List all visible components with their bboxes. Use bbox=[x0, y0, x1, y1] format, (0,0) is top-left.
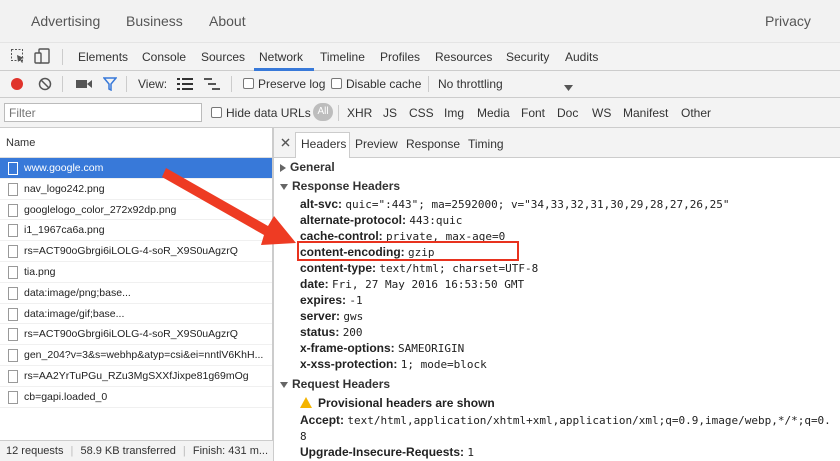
filter-manifest[interactable]: Manifest bbox=[623, 106, 668, 120]
inspect-element-icon[interactable] bbox=[10, 48, 26, 67]
list-item[interactable]: cb=gapi.loaded_0 bbox=[0, 387, 272, 408]
disable-cache-label: Disable cache bbox=[346, 77, 422, 91]
list-item[interactable]: rs=AA2YrTuPGu_RZu3MgSXXfJixpe81g69mOg bbox=[0, 366, 272, 387]
filter-js[interactable]: JS bbox=[383, 106, 397, 120]
preserve-log-label: Preserve log bbox=[258, 77, 326, 91]
response-header-row: status: 200 bbox=[300, 325, 363, 339]
hide-data-urls-checkbox[interactable] bbox=[211, 107, 222, 118]
response-header-row: alternate-protocol: 443:quic bbox=[300, 213, 463, 227]
annotation-arrow-icon bbox=[162, 168, 296, 245]
filter-other[interactable]: Other bbox=[681, 106, 711, 120]
video-camera-icon[interactable] bbox=[76, 78, 92, 93]
chevron-down-icon bbox=[280, 381, 288, 388]
script-file-icon bbox=[8, 390, 18, 404]
request-count: 12 requests bbox=[6, 445, 64, 457]
request-header-row: Upgrade-Insecure-Requests: 1 bbox=[300, 445, 475, 459]
image-file-icon bbox=[8, 203, 18, 217]
tab-timing[interactable]: Timing bbox=[468, 137, 504, 151]
preserve-log-checkbox[interactable] bbox=[243, 78, 254, 89]
request-header-row: Accept: text/html,application/xhtml+xml,… bbox=[300, 413, 831, 427]
content-encoding-highlight bbox=[297, 241, 519, 261]
transferred-size: 58.9 KB transferred bbox=[80, 445, 176, 457]
response-header-row: content-type: text/html; charset=UTF-8 bbox=[300, 261, 539, 275]
warning-icon bbox=[300, 397, 312, 408]
advertising-link[interactable]: Advertising bbox=[31, 13, 100, 29]
large-rows-icon[interactable] bbox=[177, 78, 193, 93]
script-file-icon bbox=[8, 245, 18, 259]
tab-console[interactable]: Console bbox=[142, 50, 186, 64]
name-column-header[interactable]: Name bbox=[0, 128, 272, 158]
filter-img[interactable]: Img bbox=[444, 106, 464, 120]
tab-security[interactable]: Security bbox=[506, 50, 549, 64]
filter-icon[interactable] bbox=[102, 77, 118, 94]
view-label: View: bbox=[138, 77, 168, 91]
response-header-row: alt-svc: quic=":443"; ma=2592000; v="34,… bbox=[300, 197, 730, 211]
image-file-icon bbox=[8, 349, 18, 363]
image-file-icon bbox=[8, 265, 18, 279]
image-file-icon bbox=[8, 307, 18, 321]
filter-all-button[interactable]: All bbox=[313, 103, 333, 121]
devtools-tabbar: Elements Console Sources Network Timelin… bbox=[0, 43, 840, 71]
about-link[interactable]: About bbox=[209, 13, 246, 29]
response-header-row: expires: -1 bbox=[300, 293, 363, 307]
network-toolbar: View: Preserve log Disable cache No thro… bbox=[0, 71, 840, 98]
tab-resources[interactable]: Resources bbox=[435, 50, 492, 64]
clear-icon[interactable] bbox=[38, 77, 52, 94]
network-status-bar: 12 requests | 58.9 KB transferred | Fini… bbox=[0, 440, 273, 461]
document-icon bbox=[8, 162, 18, 175]
response-header-row: x-frame-options: SAMEORIGIN bbox=[300, 341, 465, 355]
record-icon[interactable] bbox=[10, 77, 24, 94]
filter-font[interactable]: Font bbox=[521, 106, 545, 120]
provisional-warning: Provisional headers are shown bbox=[300, 396, 495, 410]
script-file-icon bbox=[8, 369, 18, 383]
list-item[interactable]: data:image/gif;base... bbox=[0, 304, 272, 325]
google-footer-bar: Advertising Business About Privacy bbox=[0, 0, 840, 43]
device-mode-icon[interactable] bbox=[34, 48, 52, 67]
hide-data-urls-label: Hide data URLs bbox=[226, 106, 311, 120]
script-file-icon bbox=[8, 328, 18, 342]
overview-icon[interactable] bbox=[204, 78, 220, 93]
tab-sources[interactable]: Sources bbox=[201, 50, 245, 64]
request-detail-pane: Headers Preview Response Timing General … bbox=[274, 128, 840, 461]
tab-response[interactable]: Response bbox=[406, 137, 460, 151]
response-header-row: server: gws bbox=[300, 309, 364, 323]
response-header-row: x-xss-protection: 1; mode=block bbox=[300, 357, 487, 371]
tab-profiles[interactable]: Profiles bbox=[380, 50, 420, 64]
tab-audits[interactable]: Audits bbox=[565, 50, 598, 64]
close-icon[interactable] bbox=[281, 136, 290, 150]
list-item[interactable]: tia.png bbox=[0, 262, 272, 283]
list-item[interactable]: rs=ACT90oGbrgi6iLOLG-4-soR_X9S0uAgzrQ bbox=[0, 324, 272, 346]
filter-css[interactable]: CSS bbox=[409, 106, 434, 120]
detail-tabbar: Headers Preview Response Timing bbox=[274, 128, 840, 158]
filter-media[interactable]: Media bbox=[477, 106, 510, 120]
list-item[interactable]: data:image/png;base... bbox=[0, 283, 272, 304]
filter-xhr[interactable]: XHR bbox=[347, 106, 372, 120]
tab-headers[interactable]: Headers bbox=[301, 137, 346, 151]
disable-cache-checkbox[interactable] bbox=[331, 78, 342, 89]
response-header-row: date: Fri, 27 May 2016 16:53:50 GMT bbox=[300, 277, 525, 291]
privacy-link[interactable]: Privacy bbox=[765, 13, 811, 29]
tab-elements[interactable]: Elements bbox=[78, 50, 128, 64]
image-file-icon bbox=[8, 224, 18, 238]
business-link[interactable]: Business bbox=[126, 13, 183, 29]
tab-timeline[interactable]: Timeline bbox=[320, 50, 365, 64]
chevron-down-icon[interactable] bbox=[564, 80, 573, 94]
tab-network[interactable]: Network bbox=[259, 50, 303, 64]
tab-preview[interactable]: Preview bbox=[355, 137, 398, 151]
throttling-select[interactable]: No throttling bbox=[438, 77, 503, 91]
image-file-icon bbox=[8, 286, 18, 300]
list-item[interactable]: gen_204?v=3&s=webhp&atyp=csi&ei=nntlV6Kh… bbox=[0, 345, 272, 366]
finish-time: Finish: 431 m... bbox=[192, 445, 269, 457]
request-header-row-continuation: 8 bbox=[300, 430, 307, 443]
filter-input[interactable] bbox=[4, 103, 202, 122]
image-file-icon bbox=[8, 182, 18, 196]
filter-bar: Hide data URLs All XHR JS CSS Img Media … bbox=[0, 98, 840, 128]
filter-ws[interactable]: WS bbox=[592, 106, 611, 120]
filter-doc[interactable]: Doc bbox=[557, 106, 578, 120]
request-headers-section-toggle[interactable]: Request Headers bbox=[280, 377, 390, 391]
